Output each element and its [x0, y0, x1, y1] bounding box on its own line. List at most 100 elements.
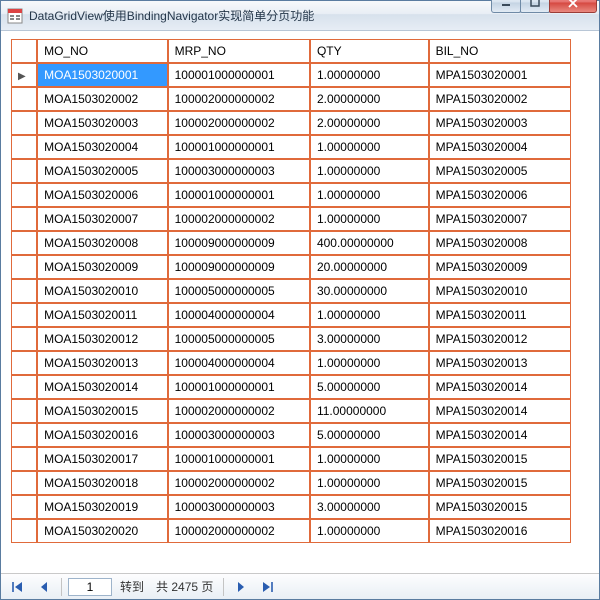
table-row[interactable]: MOA15030200111000040000000041.00000000MP… — [11, 303, 571, 327]
row-header[interactable] — [11, 303, 37, 327]
cell[interactable]: 1.00000000 — [310, 519, 429, 543]
cell[interactable]: 3.00000000 — [310, 495, 429, 519]
row-header[interactable] — [11, 183, 37, 207]
cell[interactable]: MPA1503020004 — [429, 135, 571, 159]
nav-first-button[interactable] — [7, 577, 29, 597]
nav-page-input[interactable] — [68, 578, 112, 596]
cell[interactable]: MOA1503020019 — [37, 495, 168, 519]
cell[interactable]: MPA1503020009 — [429, 255, 571, 279]
cell[interactable]: 100004000000004 — [168, 303, 310, 327]
row-header[interactable] — [11, 255, 37, 279]
cell[interactable]: MOA1503020002 — [37, 87, 168, 111]
table-row[interactable]: ▶MOA15030200011000010000000011.00000000M… — [11, 63, 571, 87]
cell[interactable]: MPA1503020014 — [429, 399, 571, 423]
cell[interactable]: 100004000000004 — [168, 351, 310, 375]
cell[interactable]: MOA1503020001 — [37, 63, 168, 87]
table-row[interactable]: MOA15030200121000050000000053.00000000MP… — [11, 327, 571, 351]
table-row[interactable]: MOA15030200131000040000000041.00000000MP… — [11, 351, 571, 375]
cell[interactable]: 100002000000002 — [168, 207, 310, 231]
cell[interactable]: MPA1503020014 — [429, 375, 571, 399]
row-header[interactable] — [11, 471, 37, 495]
cell[interactable]: 3.00000000 — [310, 327, 429, 351]
cell[interactable]: MOA1503020016 — [37, 423, 168, 447]
cell[interactable]: 1.00000000 — [310, 159, 429, 183]
table-row[interactable]: MOA15030200171000010000000011.00000000MP… — [11, 447, 571, 471]
col-header-mrp-no[interactable]: MRP_NO — [168, 39, 310, 63]
cell[interactable]: MPA1503020003 — [429, 111, 571, 135]
table-row[interactable]: MOA15030200071000020000000021.00000000MP… — [11, 207, 571, 231]
cell[interactable]: 11.00000000 — [310, 399, 429, 423]
cell[interactable]: MOA1503020017 — [37, 447, 168, 471]
row-header[interactable] — [11, 351, 37, 375]
nav-prev-button[interactable] — [33, 577, 55, 597]
table-row[interactable]: MOA15030200031000020000000022.00000000MP… — [11, 111, 571, 135]
cell[interactable]: MOA1503020020 — [37, 519, 168, 543]
cell[interactable]: 5.00000000 — [310, 375, 429, 399]
cell[interactable]: MPA1503020010 — [429, 279, 571, 303]
table-row[interactable]: MOA150302001510000200000000211.00000000M… — [11, 399, 571, 423]
cell[interactable]: MOA1503020010 — [37, 279, 168, 303]
table-row[interactable]: MOA15030200021000020000000022.00000000MP… — [11, 87, 571, 111]
row-header[interactable] — [11, 111, 37, 135]
cell[interactable]: 1.00000000 — [310, 351, 429, 375]
table-row[interactable]: MOA150302000910000900000000920.00000000M… — [11, 255, 571, 279]
cell[interactable]: MPA1503020015 — [429, 447, 571, 471]
cell[interactable]: MPA1503020013 — [429, 351, 571, 375]
cell[interactable]: MPA1503020011 — [429, 303, 571, 327]
cell[interactable]: 100009000000009 — [168, 231, 310, 255]
table-row[interactable]: MOA1503020008100009000000009400.00000000… — [11, 231, 571, 255]
cell[interactable]: MPA1503020002 — [429, 87, 571, 111]
cell[interactable]: MPA1503020016 — [429, 519, 571, 543]
cell[interactable]: MPA1503020015 — [429, 495, 571, 519]
cell[interactable]: MOA1503020004 — [37, 135, 168, 159]
cell[interactable]: 100001000000001 — [168, 63, 310, 87]
row-header[interactable] — [11, 327, 37, 351]
row-header[interactable] — [11, 231, 37, 255]
cell[interactable]: 100002000000002 — [168, 399, 310, 423]
datagrid[interactable]: MO_NO MRP_NO QTY BIL_NO ▶MOA150302000110… — [11, 39, 589, 573]
cell[interactable]: 100001000000001 — [168, 135, 310, 159]
row-header[interactable] — [11, 519, 37, 543]
cell[interactable]: 30.00000000 — [310, 279, 429, 303]
nav-next-button[interactable] — [230, 577, 252, 597]
table-row[interactable]: MOA15030200161000030000000035.00000000MP… — [11, 423, 571, 447]
cell[interactable]: 1.00000000 — [310, 63, 429, 87]
cell[interactable]: 100003000000003 — [168, 423, 310, 447]
col-header-qty[interactable]: QTY — [310, 39, 429, 63]
cell[interactable]: 20.00000000 — [310, 255, 429, 279]
minimize-button[interactable] — [491, 0, 521, 13]
table-row[interactable]: MOA150302001010000500000000530.00000000M… — [11, 279, 571, 303]
cell[interactable]: MPA1503020008 — [429, 231, 571, 255]
cell[interactable]: 100001000000001 — [168, 375, 310, 399]
cell[interactable]: 100002000000002 — [168, 471, 310, 495]
nav-last-button[interactable] — [256, 577, 278, 597]
cell[interactable]: MPA1503020012 — [429, 327, 571, 351]
cell[interactable]: 100009000000009 — [168, 255, 310, 279]
cell[interactable]: 400.00000000 — [310, 231, 429, 255]
row-header[interactable] — [11, 375, 37, 399]
table-row[interactable]: MOA15030200191000030000000033.00000000MP… — [11, 495, 571, 519]
cell[interactable]: 1.00000000 — [310, 207, 429, 231]
row-header[interactable] — [11, 279, 37, 303]
maximize-button[interactable] — [520, 0, 550, 13]
cell[interactable]: MOA1503020014 — [37, 375, 168, 399]
cell[interactable]: MPA1503020001 — [429, 63, 571, 87]
cell[interactable]: 100003000000003 — [168, 159, 310, 183]
row-header[interactable] — [11, 87, 37, 111]
titlebar[interactable]: DataGridView使用BindingNavigator实现简单分页功能 — [1, 1, 599, 31]
row-header[interactable] — [11, 135, 37, 159]
row-header[interactable] — [11, 399, 37, 423]
cell[interactable]: 1.00000000 — [310, 471, 429, 495]
cell[interactable]: 100002000000002 — [168, 111, 310, 135]
cell[interactable]: 100005000000005 — [168, 327, 310, 351]
cell[interactable]: MOA1503020018 — [37, 471, 168, 495]
table-row[interactable]: MOA15030200041000010000000011.00000000MP… — [11, 135, 571, 159]
row-header-corner[interactable] — [11, 39, 37, 63]
row-header[interactable] — [11, 159, 37, 183]
cell[interactable]: MPA1503020005 — [429, 159, 571, 183]
row-header[interactable] — [11, 447, 37, 471]
cell[interactable]: 100002000000002 — [168, 519, 310, 543]
cell[interactable]: 1.00000000 — [310, 447, 429, 471]
cell[interactable]: 2.00000000 — [310, 111, 429, 135]
cell[interactable]: MOA1503020006 — [37, 183, 168, 207]
